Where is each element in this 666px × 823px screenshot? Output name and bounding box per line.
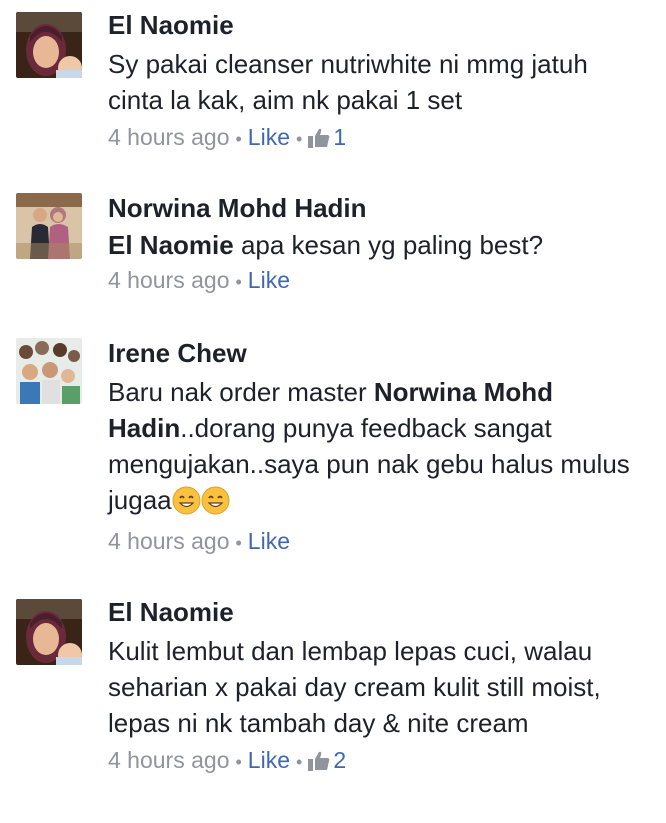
comment-text: Kulit lembut dan lembap lepas cuci, wala… — [108, 636, 601, 738]
avatar[interactable] — [16, 12, 82, 78]
separator-dot: • — [296, 129, 303, 149]
mention-link[interactable]: El Naomie — [108, 230, 234, 260]
comment-meta: 4 hours ago • Like — [108, 526, 646, 558]
comment-meta: 4 hours ago • Like — [108, 265, 646, 297]
comment-meta: 4 hours ago • Like • 2 — [108, 745, 646, 778]
separator-dot: • — [235, 533, 242, 553]
like-count[interactable]: 2 — [308, 747, 346, 773]
comment-author[interactable]: Irene Chew — [108, 338, 646, 368]
separator-dot: • — [235, 129, 242, 149]
comment-author[interactable]: Norwina Mohd Hadin — [108, 193, 646, 223]
comment-timestamp[interactable]: 4 hours ago — [108, 267, 229, 293]
grin-emoji-icon — [201, 486, 230, 524]
like-button[interactable]: Like — [248, 528, 290, 554]
comment-text-body: apa kesan yg paling best? — [233, 230, 544, 260]
comment-text-body: Baru nak order master — [108, 377, 374, 407]
like-button[interactable]: Like — [248, 747, 290, 773]
avatar[interactable] — [16, 338, 82, 404]
thumbs-up-icon — [308, 748, 330, 778]
comment-timestamp[interactable]: 4 hours ago — [108, 124, 229, 150]
like-count[interactable]: 1 — [308, 124, 346, 150]
like-count-value: 2 — [333, 747, 347, 773]
comment-timestamp[interactable]: 4 hours ago — [108, 528, 229, 554]
avatar[interactable] — [16, 599, 82, 665]
comment-author[interactable]: El Naomie — [108, 597, 646, 627]
comment-text: El Naomie apa kesan yg paling best? — [108, 227, 646, 263]
comment-author[interactable]: El Naomie — [108, 10, 646, 40]
separator-dot: • — [235, 272, 242, 292]
thumbs-up-icon — [308, 125, 330, 155]
comment-text: Sy pakai cleanser nutriwhite ni mmg jatu… — [108, 49, 588, 115]
comment-text: Baru nak order master Norwina Mohd Hadin… — [108, 374, 646, 524]
separator-dot: • — [296, 752, 303, 772]
like-button[interactable]: Like — [248, 267, 290, 293]
comment-timestamp[interactable]: 4 hours ago — [108, 747, 229, 773]
like-count-value: 1 — [333, 124, 347, 150]
avatar[interactable] — [16, 193, 82, 259]
like-button[interactable]: Like — [248, 124, 290, 150]
grin-emoji-icon — [172, 486, 201, 524]
comment-meta: 4 hours ago • Like • 1 — [108, 122, 646, 155]
separator-dot: • — [235, 752, 242, 772]
